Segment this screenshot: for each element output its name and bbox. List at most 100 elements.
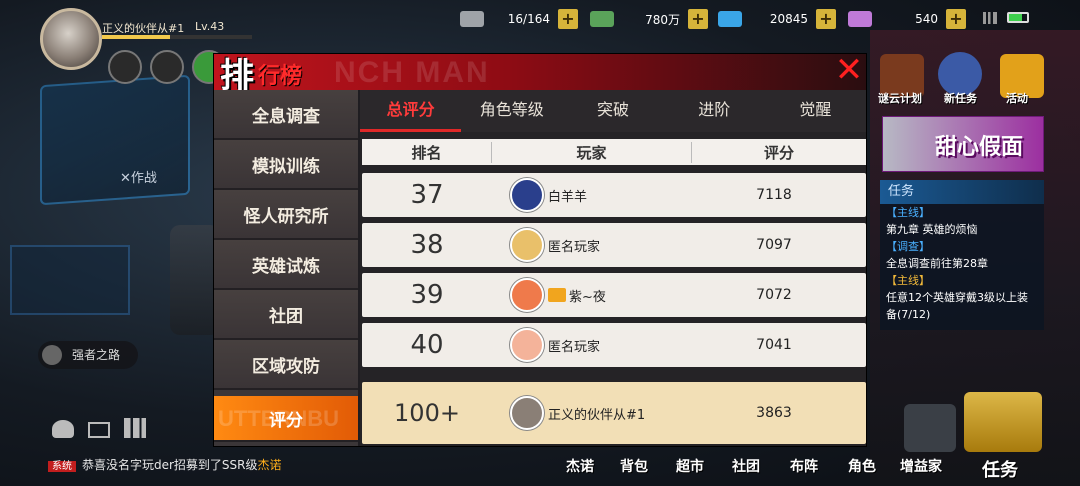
my-rank-row: 100+ 正义的伙伴从#1 3863 — [362, 382, 866, 444]
table-row[interactable]: 37 白羊羊 7118 — [362, 173, 866, 217]
event-text: 甜心假面 — [935, 135, 1024, 160]
building-icon[interactable] — [904, 404, 956, 452]
table-header: 排名 玩家 评分 — [362, 139, 866, 165]
side-item-monster-lab[interactable]: 怪人研究所 — [214, 190, 358, 240]
cash-value: 780万 — [645, 12, 680, 27]
battle-label[interactable]: ✕作战 — [120, 167, 157, 186]
close-icon[interactable]: ✕ — [834, 53, 864, 87]
player-level: Lv.43 — [195, 20, 225, 33]
ticker-highlight: 杰诺 — [257, 458, 282, 472]
player-name: 正义的伙伴从#1 — [102, 22, 185, 35]
tab-role-level[interactable]: 角色等级 — [461, 90, 562, 132]
row-rank: 37 — [410, 180, 444, 210]
gem-value: 540 — [915, 12, 938, 26]
row-score: 7118 — [756, 187, 792, 203]
row-score: 7072 — [756, 287, 792, 303]
row-rank: 38 — [410, 230, 444, 260]
bottom-label-bag[interactable]: 背包 — [620, 456, 648, 476]
side-item-holo-survey[interactable]: 全息调查 — [214, 90, 358, 140]
ranking-icon[interactable] — [124, 418, 146, 438]
stamina-value: 16/164 — [507, 12, 550, 26]
quest-tag: 【调查】 — [886, 240, 930, 253]
bottom-label-task[interactable]: 任务 — [982, 456, 1018, 482]
resource-stamina: 16/164 + — [460, 9, 578, 29]
my-score: 3863 — [756, 405, 792, 421]
crown-icon — [548, 288, 566, 302]
quest-title: 任务 — [880, 180, 1044, 204]
fist-icon — [42, 345, 62, 365]
quest-text: 全息调查前往第28章 — [886, 257, 988, 270]
player-avatar-small — [510, 178, 544, 212]
task-book-icon[interactable] — [964, 392, 1042, 452]
my-player-name: 正义的伙伴从#1 — [548, 407, 646, 423]
bottom-label-club[interactable]: 社团 — [732, 456, 760, 476]
new-task-label: 新任务 — [944, 92, 977, 105]
ticker-text: 恭喜没名字玩der招募到了SSR级 — [82, 458, 258, 472]
side-item-sim-training[interactable]: 模拟训练 — [214, 140, 358, 190]
battery-icon — [1007, 12, 1029, 23]
header-rank: 排名 — [362, 141, 492, 163]
side-item-hero-trial[interactable]: 英雄试炼 — [214, 240, 358, 290]
table-row[interactable]: 38 匿名玩家 7097 — [362, 223, 866, 267]
resource-cash: 780万 + — [590, 9, 708, 29]
row-rank: 39 — [410, 280, 444, 310]
cash-icon — [590, 11, 614, 27]
diamond-icon — [718, 11, 742, 27]
system-ticker: 系统 恭喜没名字玩der招募到了SSR级杰诺 — [48, 456, 282, 473]
tab-breakthrough[interactable]: 突破 — [562, 90, 663, 132]
diamond-value: 20845 — [769, 12, 808, 26]
table-row[interactable]: 40 匿名玩家 7041 — [362, 323, 866, 367]
bottom-label-hero[interactable]: 杰诺 — [566, 456, 594, 476]
row-rank: 40 — [410, 330, 444, 360]
strong-road-button[interactable]: 强者之路 — [38, 341, 138, 369]
bottom-label-shop[interactable]: 超市 — [676, 456, 704, 476]
my-rank: 100+ — [394, 399, 460, 427]
tab-advance[interactable]: 进阶 — [664, 90, 765, 132]
side-item-area-defense[interactable]: 区域攻防 — [214, 340, 358, 390]
quest-text: 第九章 英雄的烦恼 — [886, 223, 978, 236]
tab-total-score[interactable]: 总评分 — [360, 90, 462, 132]
table-row[interactable]: 39 紫~夜 7072 — [362, 273, 866, 317]
signal-icon — [983, 12, 997, 24]
quest-panel[interactable]: 任务 【主线】 第九章 英雄的烦恼 【调查】 全息调查前往第28章 【主线】 任… — [880, 180, 1044, 330]
background-console — [10, 245, 130, 315]
side-item-rating[interactable]: 评分 — [214, 396, 358, 442]
plan-label: 谜云计划 — [878, 92, 922, 105]
leaderboard-panel: NCH MAN 排 行榜 ✕ 全息调查 模拟训练 怪人研究所 英雄试炼 社团 区… — [214, 53, 866, 446]
player-avatar-small — [510, 278, 544, 312]
my-avatar-small — [510, 396, 544, 430]
add-stamina-button[interactable]: + — [558, 9, 578, 29]
row-player-name: 匿名玩家 — [548, 239, 601, 255]
add-diamond-button[interactable]: + — [816, 9, 836, 29]
side-item-club[interactable]: 社团 — [214, 290, 358, 340]
more-icon[interactable] — [150, 50, 184, 84]
player-avatar[interactable] — [40, 8, 102, 70]
row-score: 7097 — [756, 237, 792, 253]
nearby-team-icon[interactable] — [108, 50, 142, 84]
leaderboard-content: 总评分 角色等级 突破 进阶 觉醒 排名 玩家 评分 37 白羊羊 7118 3… — [360, 90, 866, 446]
bottom-label-formation[interactable]: 布阵 — [790, 456, 818, 476]
bottom-label-role[interactable]: 角色 — [848, 456, 876, 476]
mail-icon[interactable] — [88, 422, 110, 438]
row-player-name: 白羊羊 — [548, 189, 588, 205]
add-cash-button[interactable]: + — [688, 9, 708, 29]
add-gem-button[interactable]: + — [946, 9, 966, 29]
quest-tag: 【主线】 — [886, 274, 930, 287]
bottom-label-buff[interactable]: 增益家 — [900, 456, 942, 476]
exp-bar — [102, 35, 252, 39]
friends-icon[interactable] — [52, 420, 74, 438]
gem-icon — [848, 11, 872, 27]
resource-gem: 540 + — [848, 9, 966, 29]
header-player: 玩家 — [492, 141, 692, 163]
ticker-tag: 系统 — [48, 461, 76, 472]
mini-icon-row — [108, 50, 226, 84]
quest-text: 任意12个英雄穿戴3级以上装备(7/12) — [886, 291, 1028, 321]
background-screen — [40, 74, 190, 206]
side-menu: 全息调查 模拟训练 怪人研究所 英雄试炼 社团 区域攻防 评分 — [214, 90, 358, 446]
tab-awaken[interactable]: 觉醒 — [765, 90, 866, 132]
strong-road-label: 强者之路 — [72, 348, 121, 362]
stamina-icon — [460, 11, 484, 27]
event-banner[interactable]: 甜心假面 — [882, 116, 1044, 172]
resource-diamond: 20845 + — [718, 9, 836, 29]
panel-title-rest: 行榜 — [258, 64, 303, 89]
